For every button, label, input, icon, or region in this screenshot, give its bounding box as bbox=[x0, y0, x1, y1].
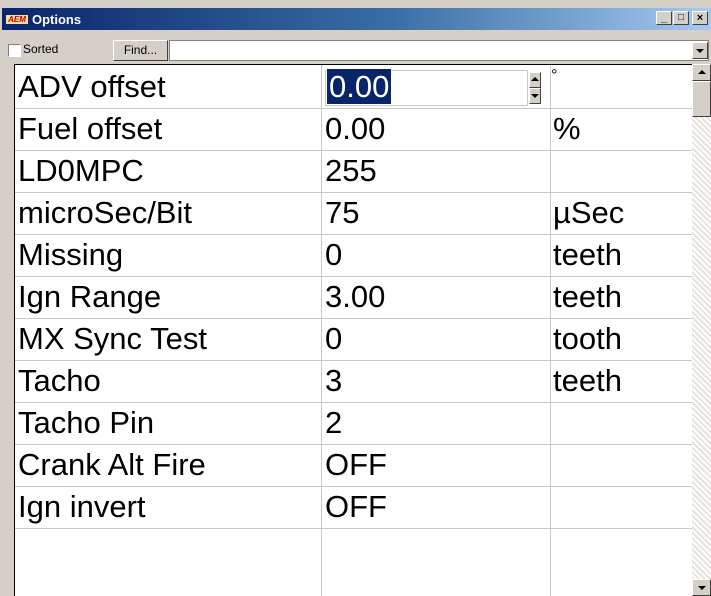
option-row[interactable]: Ign Range 3.00 teeth bbox=[15, 276, 693, 319]
toolbar: Sorted Find... bbox=[2, 30, 711, 64]
scroll-up-button[interactable] bbox=[692, 64, 711, 81]
option-unit: % bbox=[553, 111, 581, 146]
option-name: Tacho bbox=[18, 363, 101, 398]
option-value[interactable]: 0 bbox=[325, 234, 550, 276]
options-grid: ADV offset 0.00 ° Fuel offset 0.00% LD0MPC 255… bbox=[14, 64, 693, 596]
scroll-thumb[interactable] bbox=[692, 81, 711, 117]
chevron-up-icon bbox=[531, 77, 539, 81]
option-unit bbox=[553, 444, 691, 486]
chevron-down-icon bbox=[698, 586, 706, 590]
option-value[interactable]: 0 bbox=[325, 318, 550, 360]
option-value[interactable]: 0.00 bbox=[327, 66, 552, 108]
option-name: ADV offset bbox=[18, 69, 166, 104]
filter-combobox[interactable] bbox=[169, 40, 709, 61]
app-logo-icon: AEM bbox=[6, 15, 28, 24]
option-unit: teeth bbox=[553, 237, 622, 272]
option-unit bbox=[553, 486, 691, 528]
combo-dropdown-button[interactable] bbox=[692, 42, 708, 59]
option-unit: teeth bbox=[553, 363, 622, 398]
option-row[interactable]: Ign invert OFF bbox=[15, 486, 693, 529]
title-bar[interactable]: AEM Options _ □ × bbox=[2, 8, 711, 30]
close-button[interactable]: × bbox=[692, 11, 708, 25]
option-row[interactable]: Tacho Pin 2 bbox=[15, 402, 693, 445]
option-name: Fuel offset bbox=[18, 111, 163, 146]
option-unit: µSec bbox=[553, 195, 625, 230]
option-unit: ° bbox=[551, 67, 558, 84]
option-name: Ign invert bbox=[18, 489, 146, 524]
vertical-scrollbar[interactable] bbox=[692, 64, 711, 596]
option-name: Missing bbox=[18, 237, 124, 272]
option-name: MX Sync Test bbox=[18, 321, 207, 356]
option-unit: teeth bbox=[553, 279, 622, 314]
option-row[interactable]: Missing 0 teeth bbox=[15, 234, 693, 277]
option-name: LD0MPC bbox=[18, 153, 144, 188]
option-value[interactable]: 255 bbox=[325, 150, 550, 192]
maximize-button[interactable]: □ bbox=[673, 11, 689, 25]
option-name: microSec/Bit bbox=[18, 195, 192, 230]
option-name: Tacho Pin bbox=[18, 405, 155, 440]
option-unit: tooth bbox=[553, 321, 622, 356]
minimize-button[interactable]: _ bbox=[656, 11, 672, 25]
sorted-checkbox[interactable] bbox=[8, 44, 21, 57]
chevron-up-icon bbox=[698, 70, 706, 74]
option-name: Crank Alt Fire bbox=[18, 447, 206, 482]
option-row[interactable]: LD0MPC 255 bbox=[15, 150, 693, 193]
option-unit bbox=[553, 402, 691, 444]
option-unit bbox=[553, 150, 691, 192]
option-row[interactable]: Tacho 3 teeth bbox=[15, 360, 693, 403]
value-spinner[interactable] bbox=[529, 72, 541, 104]
spin-down-button[interactable] bbox=[529, 88, 541, 104]
chevron-down-icon bbox=[531, 94, 539, 98]
option-value[interactable]: 3 bbox=[325, 360, 550, 402]
option-value[interactable]: 75 bbox=[325, 192, 550, 234]
options-window: AEM Options _ □ × Sorted Find... ADV off… bbox=[0, 0, 711, 596]
option-value[interactable]: OFF bbox=[325, 486, 550, 528]
option-row[interactable]: ADV offset 0.00 ° bbox=[15, 66, 693, 109]
scroll-down-button[interactable] bbox=[692, 579, 711, 596]
chevron-down-icon bbox=[696, 49, 704, 53]
option-value[interactable]: 2 bbox=[325, 402, 550, 444]
option-value[interactable]: 3.00 bbox=[325, 276, 550, 318]
option-row[interactable]: microSec/Bit 75 µSec bbox=[15, 192, 693, 235]
selected-value-text[interactable]: 0.00 bbox=[327, 69, 392, 104]
find-button[interactable]: Find... bbox=[113, 40, 168, 61]
window-title: Options bbox=[32, 12, 82, 27]
option-row[interactable]: Fuel offset 0.00% bbox=[15, 108, 693, 151]
option-row[interactable]: MX Sync Test 0 tooth bbox=[15, 318, 693, 361]
option-row[interactable]: Crank Alt Fire OFF bbox=[15, 444, 693, 487]
option-name: Ign Range bbox=[18, 279, 162, 314]
sorted-label[interactable]: Sorted bbox=[23, 42, 58, 56]
spin-up-button[interactable] bbox=[529, 72, 541, 88]
option-value[interactable]: 0.00 bbox=[325, 108, 550, 150]
option-value[interactable]: OFF bbox=[325, 444, 550, 486]
